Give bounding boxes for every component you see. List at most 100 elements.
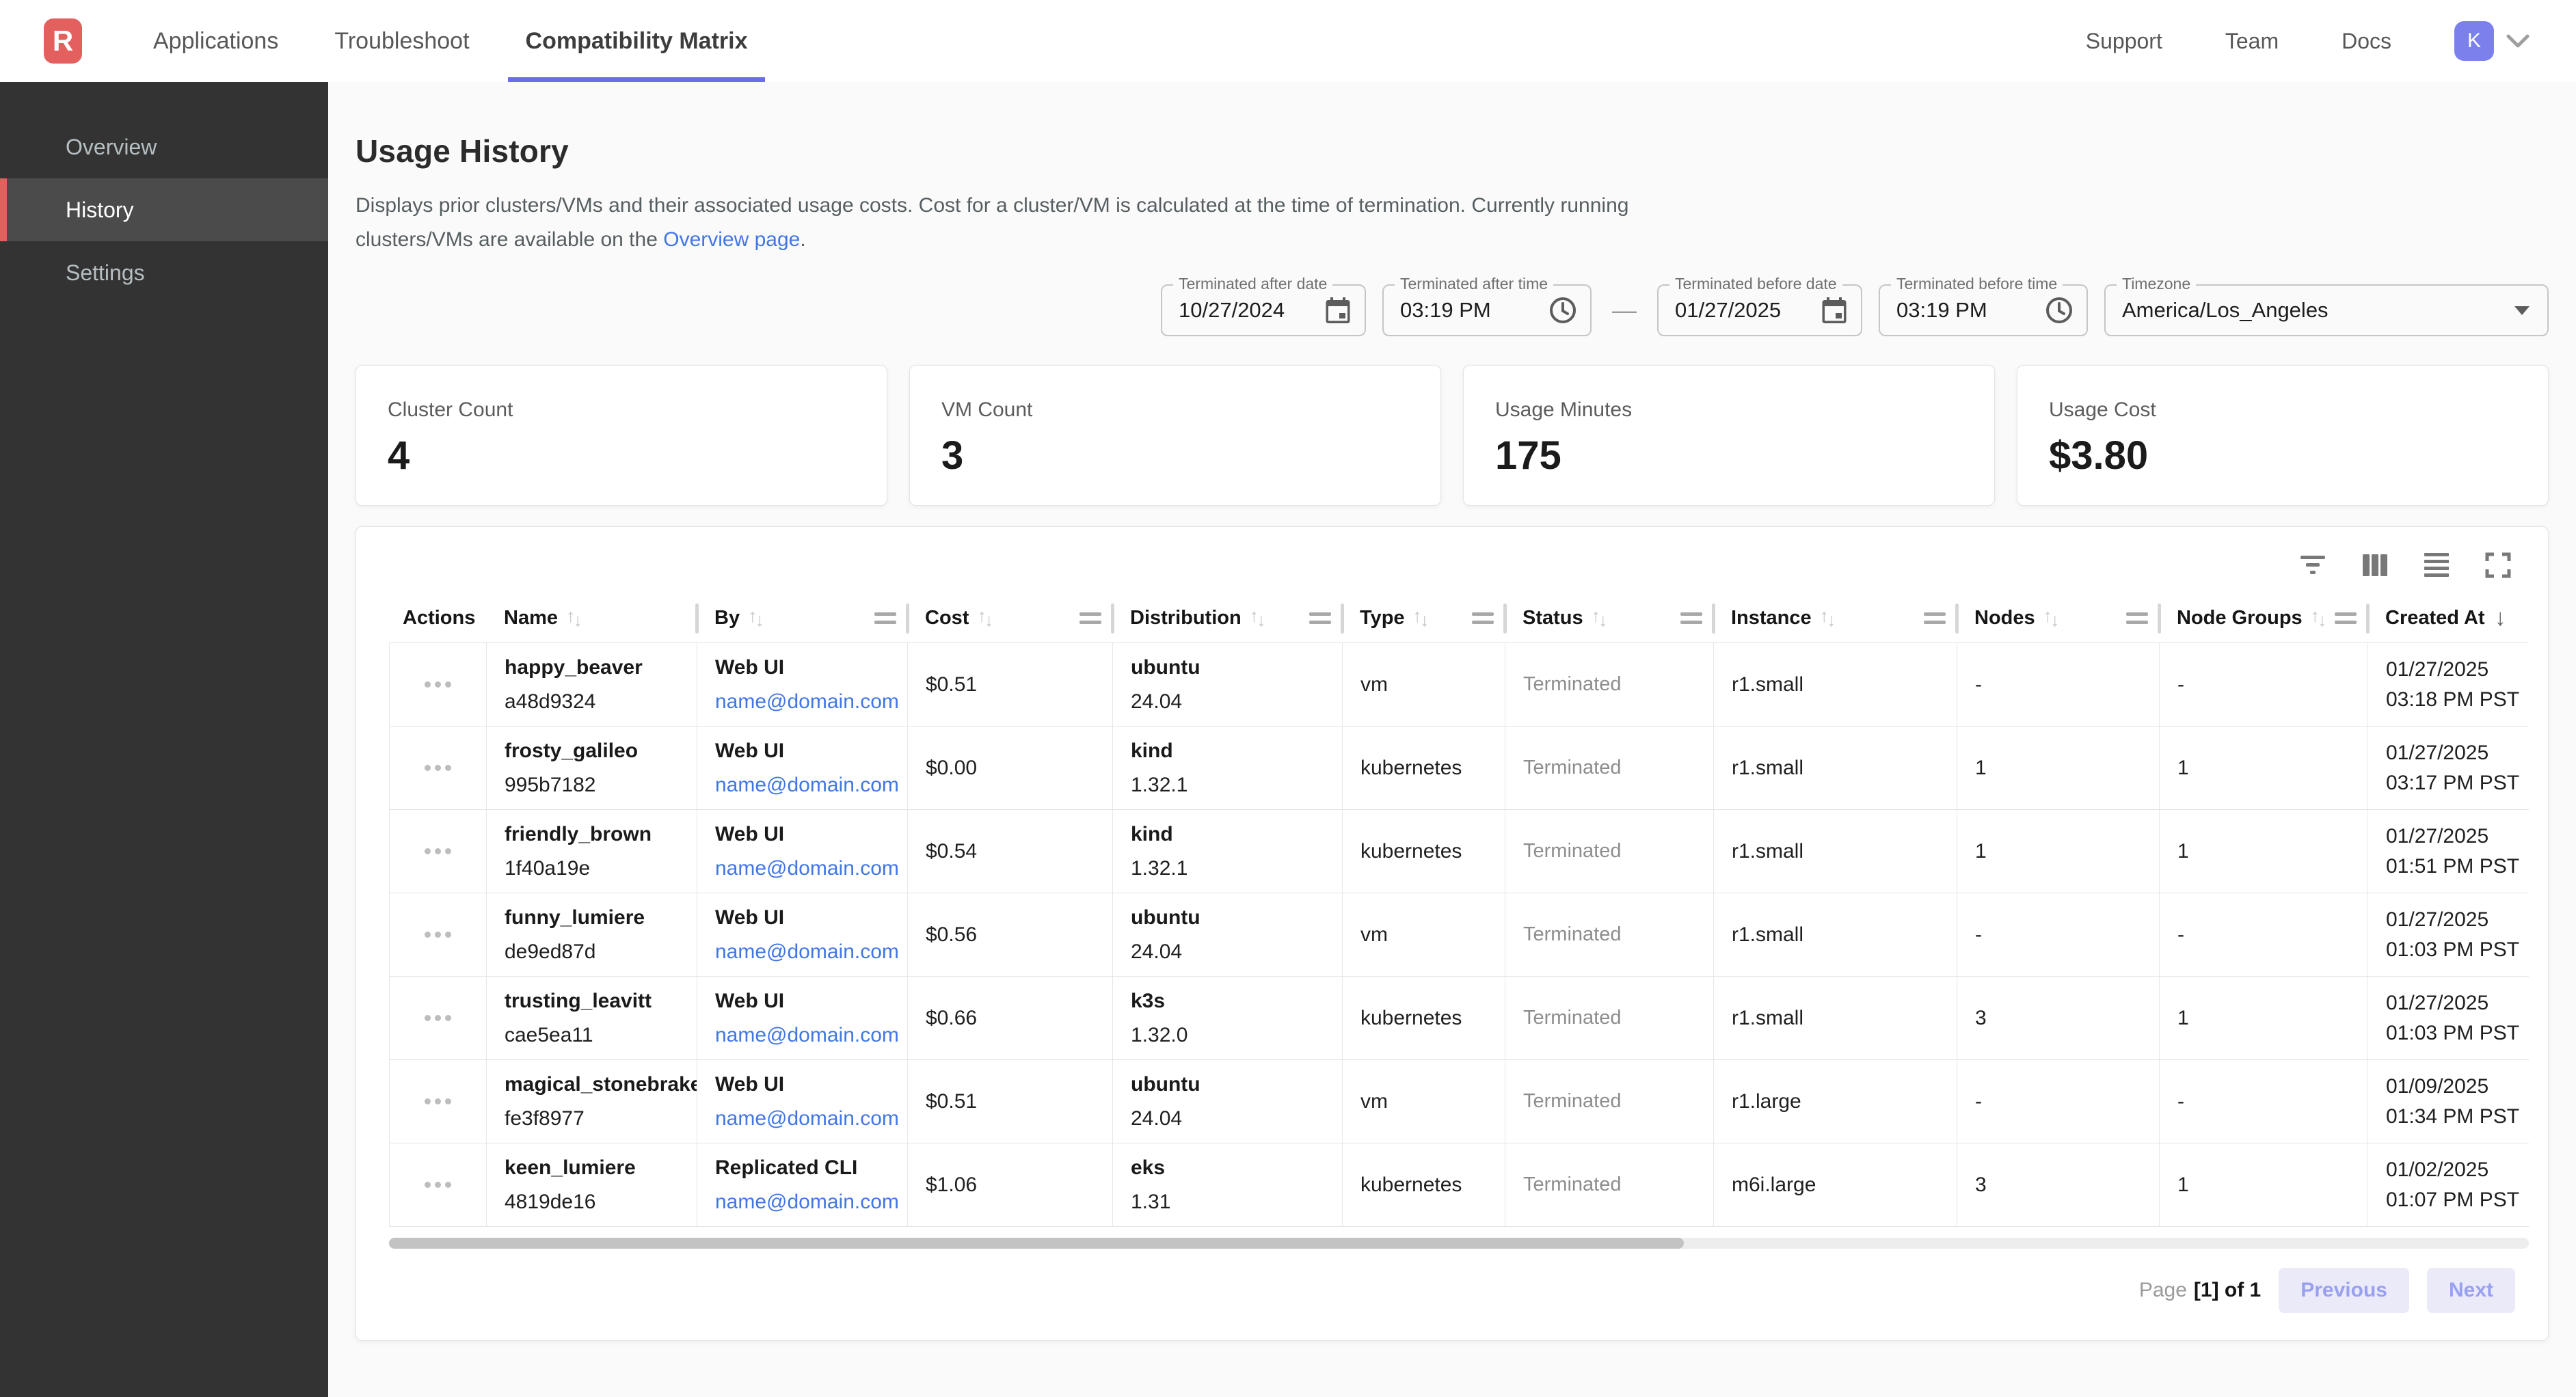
sidebar-item-settings[interactable]: Settings bbox=[0, 241, 328, 304]
next-button[interactable]: Next bbox=[2427, 1268, 2515, 1313]
column-menu-icon[interactable] bbox=[1472, 612, 1494, 624]
node-groups-cell: - bbox=[2160, 643, 2368, 726]
terminated-before-time-value[interactable]: 03:19 PM bbox=[1896, 298, 1987, 323]
created-at-cell: 01/27/202501:03 PM PST bbox=[2368, 893, 2529, 976]
col-header-type[interactable]: Type↑↓ bbox=[1342, 594, 1505, 642]
instance-cell: r1.small bbox=[1714, 893, 1957, 976]
email-link[interactable]: name@domain.com bbox=[715, 1107, 907, 1130]
column-menu-icon[interactable] bbox=[874, 612, 896, 624]
column-menu-icon[interactable] bbox=[1309, 612, 1331, 624]
email-link[interactable]: name@domain.com bbox=[715, 940, 907, 964]
col-header-name[interactable]: Name↑↓ bbox=[486, 594, 697, 642]
timezone-value[interactable]: America/Los_Angeles bbox=[2122, 298, 2329, 323]
terminated-after-time-field[interactable]: Terminated after time 03:19 PM bbox=[1382, 284, 1592, 336]
table-header-row: Actions Name↑↓ By↑↓ Cost↑↓ Distribution↑… bbox=[389, 594, 2529, 643]
terminated-after-date-field[interactable]: Terminated after date 10/27/2024 bbox=[1161, 284, 1366, 336]
terminated-before-date-value[interactable]: 01/27/2025 bbox=[1675, 298, 1781, 323]
column-menu-icon[interactable] bbox=[1079, 612, 1101, 624]
table-toolbar bbox=[356, 545, 2548, 594]
description-period: . bbox=[800, 228, 805, 251]
filter-icon[interactable] bbox=[2299, 553, 2326, 578]
status-cell: Terminated bbox=[1505, 893, 1714, 976]
timezone-select[interactable]: Timezone America/Los_Angeles bbox=[2104, 284, 2549, 336]
docs-link[interactable]: Docs bbox=[2342, 29, 2391, 54]
by-cell: Web UIname@domain.com bbox=[697, 643, 908, 726]
calendar-icon[interactable] bbox=[1325, 297, 1351, 324]
column-menu-icon[interactable] bbox=[2335, 612, 2357, 624]
col-header-actions: Actions bbox=[389, 594, 486, 642]
column-menu-icon[interactable] bbox=[1924, 612, 1946, 624]
table-row[interactable]: frosty_galileo995b7182 Web UIname@domain… bbox=[390, 727, 2529, 810]
sort-icon[interactable]: ↑↓ bbox=[977, 608, 993, 629]
email-link[interactable]: name@domain.com bbox=[715, 1191, 907, 1214]
distribution-cell: kind1.32.1 bbox=[1113, 810, 1343, 893]
row-actions-button[interactable] bbox=[390, 810, 487, 893]
cluster-count-card: Cluster Count 4 bbox=[355, 365, 887, 506]
column-menu-icon[interactable] bbox=[2126, 612, 2148, 624]
row-actions-button[interactable] bbox=[390, 893, 487, 976]
column-menu-icon[interactable] bbox=[1680, 612, 1702, 624]
replicated-logo[interactable]: R bbox=[44, 18, 82, 64]
scrollbar-thumb[interactable] bbox=[389, 1238, 1684, 1249]
terminated-before-time-field[interactable]: Terminated before time 03:19 PM bbox=[1879, 284, 2088, 336]
sort-icon[interactable]: ↑↓ bbox=[566, 608, 582, 629]
columns-icon[interactable] bbox=[2362, 553, 2388, 578]
row-actions-button[interactable] bbox=[390, 977, 487, 1059]
sort-icon[interactable]: ↑↓ bbox=[1592, 608, 1608, 629]
row-actions-button[interactable] bbox=[390, 643, 487, 726]
sort-icon[interactable]: ↑↓ bbox=[1250, 608, 1266, 629]
kebab-menu-icon bbox=[425, 1098, 451, 1104]
email-link[interactable]: name@domain.com bbox=[715, 690, 907, 714]
table-row[interactable]: funny_lumierede9ed87d Web UIname@domain.… bbox=[390, 893, 2529, 977]
sidebar-item-history[interactable]: History bbox=[0, 178, 328, 241]
sort-desc-icon[interactable]: ↓ bbox=[2495, 605, 2506, 632]
col-header-by[interactable]: By↑↓ bbox=[697, 594, 907, 642]
row-actions-button[interactable] bbox=[390, 727, 487, 809]
terminated-after-time-value[interactable]: 03:19 PM bbox=[1400, 298, 1491, 323]
col-header-distribution[interactable]: Distribution↑↓ bbox=[1112, 594, 1342, 642]
tab-applications[interactable]: Applications bbox=[135, 0, 296, 82]
col-header-node-groups[interactable]: Node Groups↑↓ bbox=[2159, 594, 2367, 642]
team-link[interactable]: Team bbox=[2225, 29, 2279, 54]
sort-icon[interactable]: ↑↓ bbox=[748, 608, 764, 629]
table-row[interactable]: happy_beavera48d9324 Web UIname@domain.c… bbox=[390, 643, 2529, 727]
table-row[interactable]: trusting_leavittcae5ea11 Web UIname@doma… bbox=[390, 977, 2529, 1060]
email-link[interactable]: name@domain.com bbox=[715, 774, 907, 797]
account-menu[interactable]: K bbox=[2454, 21, 2530, 61]
sort-icon[interactable]: ↑↓ bbox=[2311, 608, 2327, 629]
col-header-nodes[interactable]: Nodes↑↓ bbox=[1957, 594, 2159, 642]
density-icon[interactable] bbox=[2424, 552, 2450, 579]
tab-troubleshoot[interactable]: Troubleshoot bbox=[317, 0, 487, 82]
sort-icon[interactable]: ↑↓ bbox=[2043, 608, 2060, 629]
row-actions-button[interactable] bbox=[390, 1143, 487, 1226]
status-cell: Terminated bbox=[1505, 1060, 1714, 1143]
email-link[interactable]: name@domain.com bbox=[715, 1024, 907, 1047]
support-link[interactable]: Support bbox=[2086, 29, 2162, 54]
sort-icon[interactable]: ↑↓ bbox=[1413, 608, 1430, 629]
clock-icon[interactable] bbox=[2045, 297, 2073, 324]
sort-icon[interactable]: ↑↓ bbox=[1820, 608, 1836, 629]
email-link[interactable]: name@domain.com bbox=[715, 857, 907, 880]
nodes-cell: 1 bbox=[1957, 810, 2160, 893]
type-cell: vm bbox=[1343, 893, 1505, 976]
nodes-cell: - bbox=[1957, 893, 2160, 976]
col-header-created-at[interactable]: Created At↓ bbox=[2367, 594, 2529, 642]
sidebar-item-overview[interactable]: Overview bbox=[0, 116, 328, 178]
col-header-status[interactable]: Status↑↓ bbox=[1505, 594, 1713, 642]
clock-icon[interactable] bbox=[1549, 297, 1577, 324]
previous-button[interactable]: Previous bbox=[2279, 1268, 2409, 1313]
table-row[interactable]: keen_lumiere4819de16 Replicated CLIname@… bbox=[390, 1143, 2529, 1227]
col-header-cost[interactable]: Cost↑↓ bbox=[907, 594, 1112, 642]
avatar[interactable]: K bbox=[2454, 21, 2494, 61]
col-header-instance[interactable]: Instance↑↓ bbox=[1713, 594, 1957, 642]
fullscreen-icon[interactable] bbox=[2485, 552, 2511, 578]
table-row[interactable]: friendly_brown1f40a19e Web UIname@domain… bbox=[390, 810, 2529, 893]
calendar-icon[interactable] bbox=[1821, 297, 1847, 324]
overview-page-link[interactable]: Overview page bbox=[663, 228, 800, 251]
terminated-before-date-field[interactable]: Terminated before date 01/27/2025 bbox=[1657, 284, 1862, 336]
horizontal-scrollbar[interactable] bbox=[389, 1238, 2529, 1249]
tab-compatibility-matrix[interactable]: Compatibility Matrix bbox=[508, 0, 766, 82]
row-actions-button[interactable] bbox=[390, 1060, 487, 1143]
table-row[interactable]: magical_stonebrakerfe3f8977 Web UIname@d… bbox=[390, 1060, 2529, 1143]
terminated-after-date-value[interactable]: 10/27/2024 bbox=[1179, 298, 1285, 323]
